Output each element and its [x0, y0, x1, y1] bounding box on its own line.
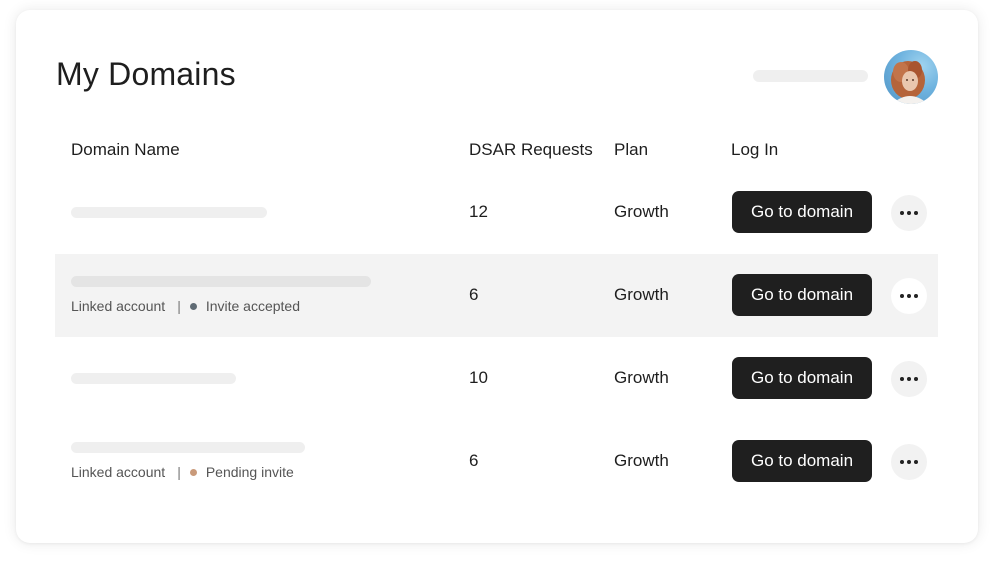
plan-value: Growth — [614, 285, 669, 304]
meta-separator: | — [177, 298, 181, 314]
linked-account-meta: Linked account | Invite accepted — [71, 298, 300, 314]
table-row: 12 Growth Go to domain — [55, 171, 938, 254]
status-badge: Invite accepted — [205, 298, 300, 314]
linked-account-meta: Linked account | Pending invite — [71, 464, 294, 480]
column-header-domain-name: Domain Name — [71, 140, 180, 159]
more-horizontal-icon — [900, 377, 904, 381]
more-options-button[interactable] — [891, 444, 927, 480]
more-horizontal-icon — [900, 294, 904, 298]
more-dot — [907, 377, 911, 381]
go-to-domain-button[interactable]: Go to domain — [732, 440, 872, 482]
go-to-domain-button[interactable]: Go to domain — [732, 191, 872, 233]
status-badge: Pending invite — [205, 464, 294, 480]
more-options-button[interactable] — [891, 278, 927, 314]
avatar-portrait-icon — [891, 61, 928, 104]
plan-value: Growth — [614, 451, 669, 470]
domain-name-placeholder — [71, 207, 267, 218]
column-header-log-in: Log In — [731, 140, 779, 159]
more-dot — [914, 211, 918, 215]
status-dot-icon — [189, 302, 197, 310]
more-dot — [914, 460, 918, 464]
more-dot — [914, 377, 918, 381]
more-dot — [907, 211, 911, 215]
linked-account-label: Linked account — [71, 464, 166, 480]
more-options-button[interactable] — [891, 195, 927, 231]
go-to-domain-button[interactable]: Go to domain — [732, 274, 872, 316]
plan-value: Growth — [614, 368, 669, 387]
dsar-requests-value: 6 — [469, 285, 479, 304]
plan-value: Growth — [614, 202, 669, 221]
avatar[interactable] — [884, 50, 938, 104]
column-header-plan: Plan — [614, 140, 649, 159]
domain-name-placeholder — [71, 276, 371, 287]
more-dot — [914, 294, 918, 298]
domain-name-placeholder — [71, 442, 305, 453]
domain-name-placeholder — [71, 373, 236, 384]
domains-card: My Domains Domain Name DSAR Requests Pla… — [16, 10, 978, 543]
dsar-requests-value: 6 — [469, 451, 479, 470]
more-dot — [907, 460, 911, 464]
more-dot — [907, 294, 911, 298]
more-options-button[interactable] — [891, 361, 927, 397]
linked-account-label: Linked account — [71, 298, 166, 314]
page-title: My Domains — [56, 56, 236, 92]
status-dot-icon — [189, 468, 197, 476]
more-horizontal-icon — [900, 211, 904, 215]
column-header-dsar-requests: DSAR Requests — [469, 140, 593, 159]
dsar-requests-value: 12 — [469, 202, 488, 221]
table-row: Linked account | Pending invite 6 Growth… — [55, 420, 938, 503]
dsar-requests-value: 10 — [469, 368, 488, 387]
header-placeholder — [753, 70, 868, 82]
table-row: Linked account | Invite accepted 6 Growt… — [55, 254, 938, 337]
go-to-domain-button[interactable]: Go to domain — [732, 357, 872, 399]
meta-separator: | — [177, 464, 181, 480]
more-horizontal-icon — [900, 460, 904, 464]
table-row: 10 Growth Go to domain — [55, 337, 938, 420]
